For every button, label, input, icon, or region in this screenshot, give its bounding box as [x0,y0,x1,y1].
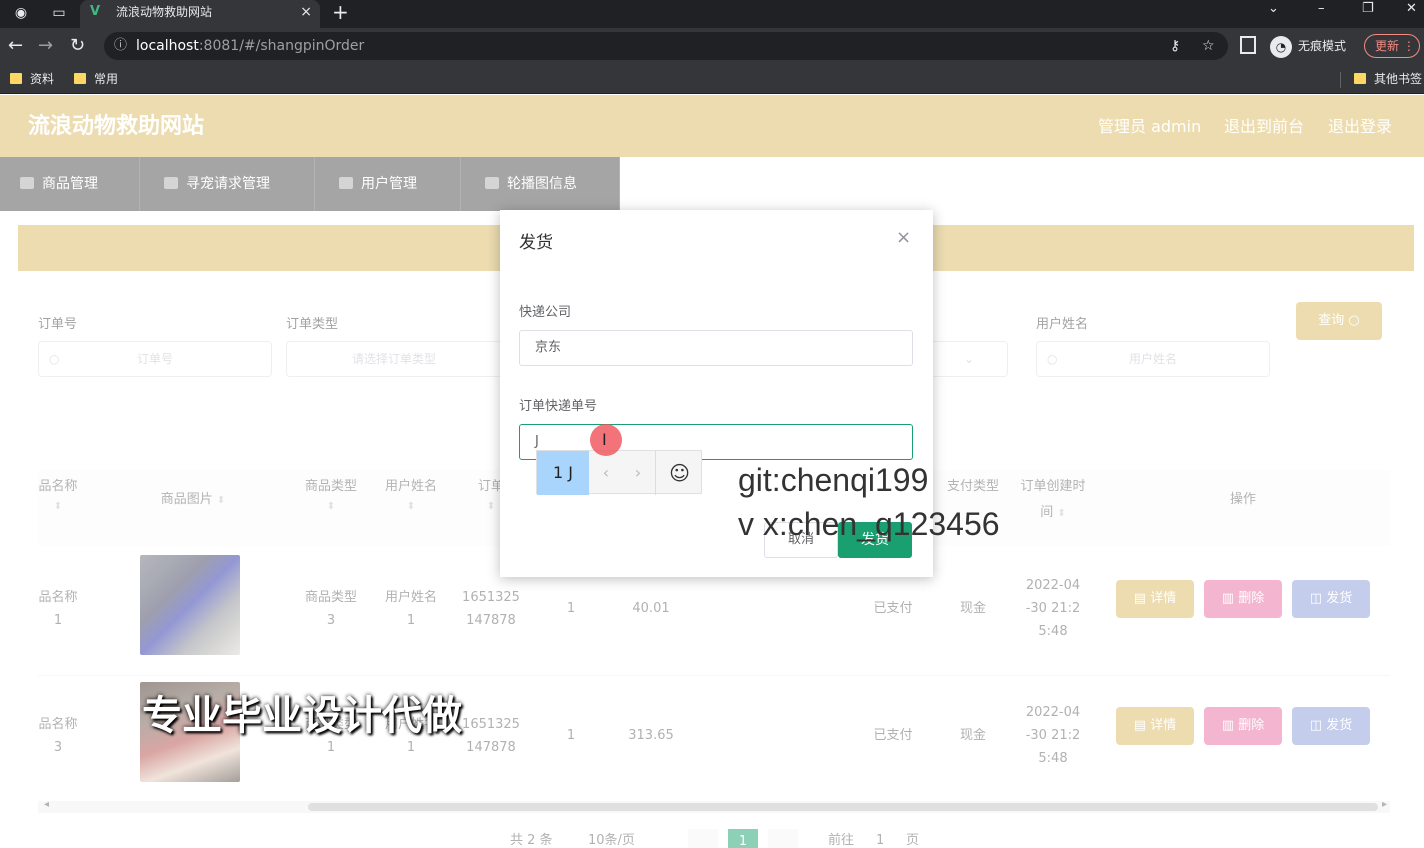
minimize-icon[interactable]: – [1318,0,1325,18]
courier-input[interactable]: 京东 [519,330,913,366]
url-host: localhost [136,38,199,54]
new-tab-icon[interactable]: + [332,0,349,24]
watermark-git: git:chenqi199 [738,462,929,498]
window-close-icon[interactable]: ✕ [1406,0,1417,18]
chevron-right-icon[interactable]: › [623,451,653,495]
password-key-icon[interactable]: ⚷ [1170,32,1180,60]
ime-candidate[interactable]: 1 J [537,451,589,495]
update-button[interactable]: 更新 ⋮ [1364,34,1420,58]
bookmark-label: 常用 [94,72,119,86]
courier-label: 快递公司 [519,305,572,320]
url-input[interactable]: ⓘ localhost:8081/#/shangpinOrder ⚷ ☆ [104,32,1228,60]
watermark-ad: 专业毕业设计代做 [142,693,462,739]
restore-icon[interactable]: ❐ [1362,0,1374,18]
tab-list-icon[interactable]: ⌄ [1268,0,1279,18]
bookmark-label: 其他书签 [1374,72,1423,86]
close-icon[interactable]: × [896,228,911,248]
chevron-left-icon[interactable]: ‹ [591,451,621,495]
watermark-wechat: v x:chen_q123456 [738,506,1000,542]
browser-tab[interactable]: V 流浪动物救助网站 × [80,0,320,28]
incognito-label: 无痕模式 [1298,39,1347,53]
bookmark-label: 资料 [30,72,55,86]
bookmark-folder-ziliao[interactable]: 资料 [10,70,54,88]
back-icon[interactable]: ← [8,34,23,58]
ime-candidate-popup: 1 J ‹ › ☺ [536,450,703,495]
reload-icon[interactable]: ↻ [70,34,85,58]
url-path: :8081/#/shangpinOrder [198,38,365,54]
forward-icon[interactable]: → [38,34,53,58]
browser-tabbar: ◉ ▭ V 流浪动物救助网站 × + ⌄ – ❐ ✕ [0,0,1424,28]
emoji-icon[interactable]: ☺ [655,451,703,495]
text-cursor-icon: I [602,430,607,449]
folder-icon [74,73,86,84]
tab-close-icon[interactable]: × [300,0,312,24]
info-icon[interactable]: ⓘ [114,32,127,60]
dialog-title: 发货 [519,233,553,253]
incognito-icon: ◔ [1270,35,1292,58]
bookmark-separator [1340,72,1341,88]
other-bookmarks[interactable]: 其他书签 [1354,70,1422,88]
tab-title: 流浪动物救助网站 [116,5,213,19]
folder-icon [1354,73,1366,84]
folder-icon [10,73,22,84]
vue-logo-icon: V [90,4,101,19]
bookmark-star-icon[interactable]: ☆ [1202,32,1215,60]
bookmark-folder-changyong[interactable]: 常用 [74,70,118,88]
tab-search-icon[interactable]: ▭ [44,0,74,28]
browser-menu-icon[interactable]: ◉ [6,0,36,28]
bookmarks-bar: 资料 常用 其他书签 [0,64,1424,94]
address-bar-row: ← → ↻ ⓘ localhost:8081/#/shangpinOrder ⚷… [0,28,1424,64]
tracking-label: 订单快递单号 [519,399,598,414]
side-panel-icon[interactable] [1240,36,1256,54]
incognito-indicator[interactable]: ◔ 无痕模式 [1270,34,1346,58]
update-label: 更新 [1375,39,1400,53]
